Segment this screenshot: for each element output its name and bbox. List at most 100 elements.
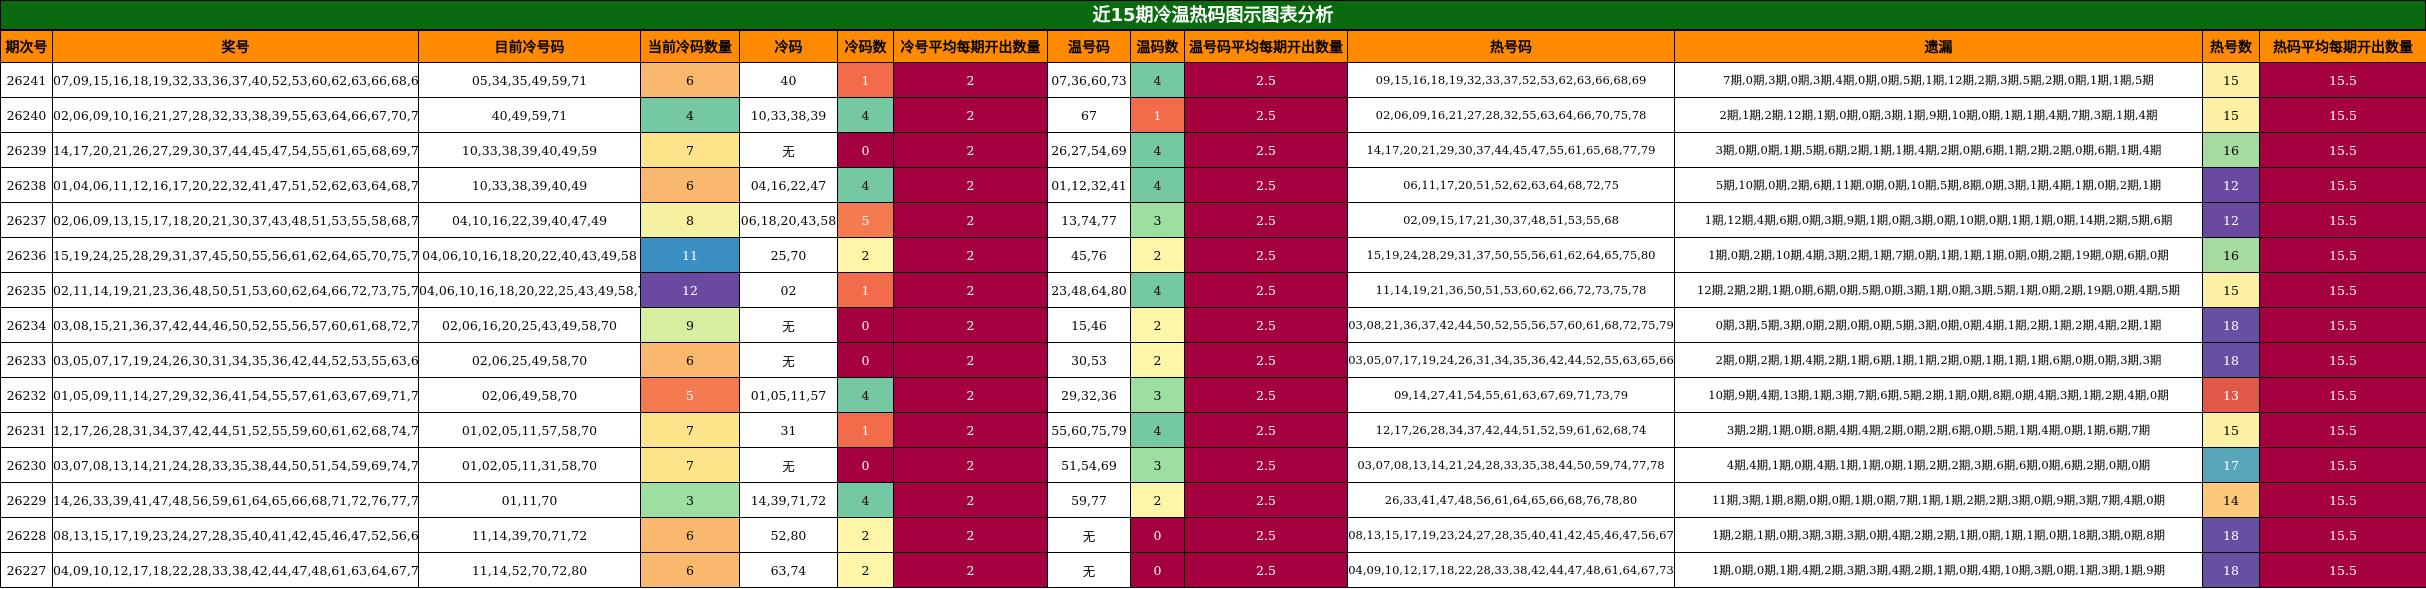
cell-warm-avg: 2.5 [1184, 272, 1348, 308]
cell-omission: 3期,2期,1期,0期,8期,4期,4期,2期,0期,2期,6期,0期,5期,1… [1674, 412, 2203, 448]
cell-warm-numbers: 67 [1047, 97, 1131, 133]
cell-hot-numbers: 08,13,15,17,19,23,24,27,28,35,40,41,42,4… [1347, 517, 1675, 553]
cell-hot-avg: 15.5 [2259, 552, 2426, 588]
cell-hot-count: 16 [2202, 132, 2260, 168]
cell-current-cold-numbers: 01,11,70 [418, 482, 641, 518]
cell-omission: 1期,2期,1期,0期,3期,3期,3期,0期,4期,2期,2期,1期,0期,1… [1674, 517, 2203, 553]
cell-hot-avg: 15.5 [2259, 97, 2426, 133]
table-row: 26230 03,07,08,13,14,21,24,28,33,35,38,44… [0, 447, 2426, 483]
table-row: 26237 02,06,09,13,15,17,18,20,21,30,37,43… [0, 202, 2426, 238]
cell-warm-avg: 2.5 [1184, 482, 1348, 518]
header-cold-avg: 冷号平均每期开出数量 [893, 30, 1048, 63]
cell-winning-numbers: 08,13,15,17,19,23,24,27,28,35,40,41,42,4… [52, 517, 419, 553]
cell-hot-count: 12 [2202, 202, 2260, 238]
cell-winning-numbers: 14,17,20,21,26,27,29,30,37,44,45,47,54,5… [52, 132, 419, 168]
cell-cold-codes: 40 [739, 62, 838, 98]
cell-warm-count: 0 [1130, 552, 1185, 588]
cell-hot-numbers: 03,07,08,13,14,21,24,28,33,35,38,44,50,5… [1347, 447, 1675, 483]
cell-current-cold-count: 6 [640, 167, 740, 203]
cell-warm-avg: 2.5 [1184, 202, 1348, 238]
cell-cold-count: 4 [837, 97, 894, 133]
cell-hot-numbers: 14,17,20,21,29,30,37,44,45,47,55,61,65,6… [1347, 132, 1675, 168]
cell-omission: 10期,9期,4期,13期,1期,3期,7期,6期,5期,2期,1期,0期,8期… [1674, 377, 2203, 413]
cell-period: 26234 [0, 307, 53, 343]
cell-hot-avg: 15.5 [2259, 447, 2426, 483]
cell-period: 26232 [0, 377, 53, 413]
cell-warm-count: 2 [1130, 237, 1185, 273]
cell-hot-numbers: 06,11,17,20,51,52,62,63,64,68,72,75 [1347, 167, 1675, 203]
cell-cold-count: 4 [837, 377, 894, 413]
cell-omission: 7期,0期,3期,0期,3期,4期,0期,0期,5期,1期,12期,2期,3期,… [1674, 62, 2203, 98]
cell-current-cold-numbers: 04,10,16,22,39,40,47,49 [418, 202, 641, 238]
cell-hot-numbers: 03,05,07,17,19,24,26,31,34,35,36,42,44,5… [1347, 342, 1675, 378]
cell-omission: 0期,3期,5期,3期,0期,2期,0期,0期,5期,3期,0期,0期,4期,1… [1674, 307, 2203, 343]
cell-warm-numbers: 无 [1047, 552, 1131, 588]
cell-omission: 11期,3期,1期,8期,0期,0期,1期,0期,7期,1期,1期,2期,2期,… [1674, 482, 2203, 518]
table-row: 26229 14,26,33,39,41,47,48,56,59,61,64,65… [0, 482, 2426, 518]
cell-hot-count: 18 [2202, 517, 2260, 553]
cell-hot-numbers: 09,14,27,41,54,55,61,63,67,69,71,73,79 [1347, 377, 1675, 413]
cell-current-cold-count: 8 [640, 202, 740, 238]
cell-current-cold-count: 3 [640, 482, 740, 518]
cell-winning-numbers: 03,08,15,21,36,37,42,44,46,50,52,55,56,5… [52, 307, 419, 343]
cell-current-cold-numbers: 02,06,25,49,58,70 [418, 342, 641, 378]
cell-period: 26240 [0, 97, 53, 133]
cell-current-cold-numbers: 10,33,38,39,40,49,59 [418, 132, 641, 168]
cell-omission: 2期,1期,2期,12期,1期,0期,0期,3期,1期,9期,10期,0期,1期… [1674, 97, 2203, 133]
cell-hot-numbers: 15,19,24,28,29,31,37,50,55,56,61,62,64,6… [1347, 237, 1675, 273]
table-row: 26232 01,05,09,11,14,27,29,32,36,41,54,55… [0, 377, 2426, 413]
table-row: 26231 12,17,26,28,31,34,37,42,44,51,52,55… [0, 412, 2426, 448]
cell-current-cold-numbers: 04,06,10,16,18,20,22,40,43,49,58 [418, 237, 641, 273]
cell-warm-count: 1 [1130, 97, 1185, 133]
cell-winning-numbers: 02,11,14,19,21,23,36,48,50,51,53,60,62,6… [52, 272, 419, 308]
cell-hot-numbers: 12,17,26,28,34,37,42,44,51,52,59,61,62,6… [1347, 412, 1675, 448]
table-row: 26240 02,06,09,10,16,21,27,28,32,33,38,39… [0, 97, 2426, 133]
cell-cold-avg: 2 [893, 447, 1048, 483]
header-row: 期次号 奖号 目前冷号码 当前冷码数量 冷码 冷码数 冷号平均每期开出数量 温号… [0, 30, 2426, 63]
cell-current-cold-count: 7 [640, 412, 740, 448]
cell-omission: 4期,4期,1期,0期,4期,1期,1期,0期,1期,2期,2期,3期,6期,6… [1674, 447, 2203, 483]
table-row: 26234 03,08,15,21,36,37,42,44,46,50,52,55… [0, 307, 2426, 343]
cell-warm-numbers: 30,53 [1047, 342, 1131, 378]
cell-hot-numbers: 04,09,10,12,17,18,22,28,33,38,42,44,47,4… [1347, 552, 1675, 588]
cell-warm-avg: 2.5 [1184, 447, 1348, 483]
cell-cold-count: 1 [837, 412, 894, 448]
cell-period: 26236 [0, 237, 53, 273]
cell-hot-avg: 15.5 [2259, 272, 2426, 308]
cell-hot-count: 14 [2202, 482, 2260, 518]
table-row: 26238 01,04,06,11,12,16,17,20,22,32,41,47… [0, 167, 2426, 203]
cell-hot-count: 16 [2202, 237, 2260, 273]
cell-warm-count: 2 [1130, 342, 1185, 378]
cell-warm-count: 2 [1130, 482, 1185, 518]
cell-hot-avg: 15.5 [2259, 167, 2426, 203]
cell-hot-avg: 15.5 [2259, 202, 2426, 238]
analysis-sheet: 近15期冷温热码图示图表分析 期次号 奖号 目前冷号码 当前冷码数量 冷码 冷码… [0, 0, 2426, 589]
cell-current-cold-numbers: 02,06,49,58,70 [418, 377, 641, 413]
cell-winning-numbers: 01,04,06,11,12,16,17,20,22,32,41,47,51,5… [52, 167, 419, 203]
cell-winning-numbers: 04,09,10,12,17,18,22,28,33,38,42,44,47,4… [52, 552, 419, 588]
cell-omission: 1期,0期,2期,10期,4期,3期,2期,1期,7期,0期,1期,1期,1期,… [1674, 237, 2203, 273]
header-current-cold-numbers: 目前冷号码 [418, 30, 641, 63]
cell-current-cold-count: 7 [640, 447, 740, 483]
cell-warm-numbers: 07,36,60,73 [1047, 62, 1131, 98]
header-hot-avg: 热码平均每期开出数量 [2259, 30, 2426, 63]
cell-period: 26229 [0, 482, 53, 518]
sheet-title: 近15期冷温热码图示图表分析 [0, 0, 2426, 30]
cell-cold-avg: 2 [893, 62, 1048, 98]
cell-current-cold-count: 6 [640, 517, 740, 553]
cell-hot-numbers: 02,06,09,16,21,27,28,32,55,63,64,66,70,7… [1347, 97, 1675, 133]
cell-cold-count: 0 [837, 342, 894, 378]
cell-omission: 12期,2期,2期,1期,0期,6期,0期,5期,0期,3期,1期,0期,3期,… [1674, 272, 2203, 308]
analysis-table: 期次号 奖号 目前冷号码 当前冷码数量 冷码 冷码数 冷号平均每期开出数量 温号… [0, 30, 2426, 588]
header-hot-numbers: 热号码 [1347, 30, 1675, 63]
cell-warm-count: 4 [1130, 132, 1185, 168]
cell-hot-avg: 15.5 [2259, 517, 2426, 553]
cell-omission: 5期,10期,0期,2期,6期,11期,0期,0期,10期,5期,8期,0期,3… [1674, 167, 2203, 203]
cell-winning-numbers: 14,26,33,39,41,47,48,56,59,61,64,65,66,6… [52, 482, 419, 518]
cell-warm-count: 3 [1130, 447, 1185, 483]
cell-period: 26227 [0, 552, 53, 588]
cell-current-cold-numbers: 01,02,05,11,31,58,70 [418, 447, 641, 483]
cell-hot-avg: 15.5 [2259, 237, 2426, 273]
table-row: 26228 08,13,15,17,19,23,24,27,28,35,40,41… [0, 517, 2426, 553]
cell-cold-avg: 2 [893, 482, 1048, 518]
